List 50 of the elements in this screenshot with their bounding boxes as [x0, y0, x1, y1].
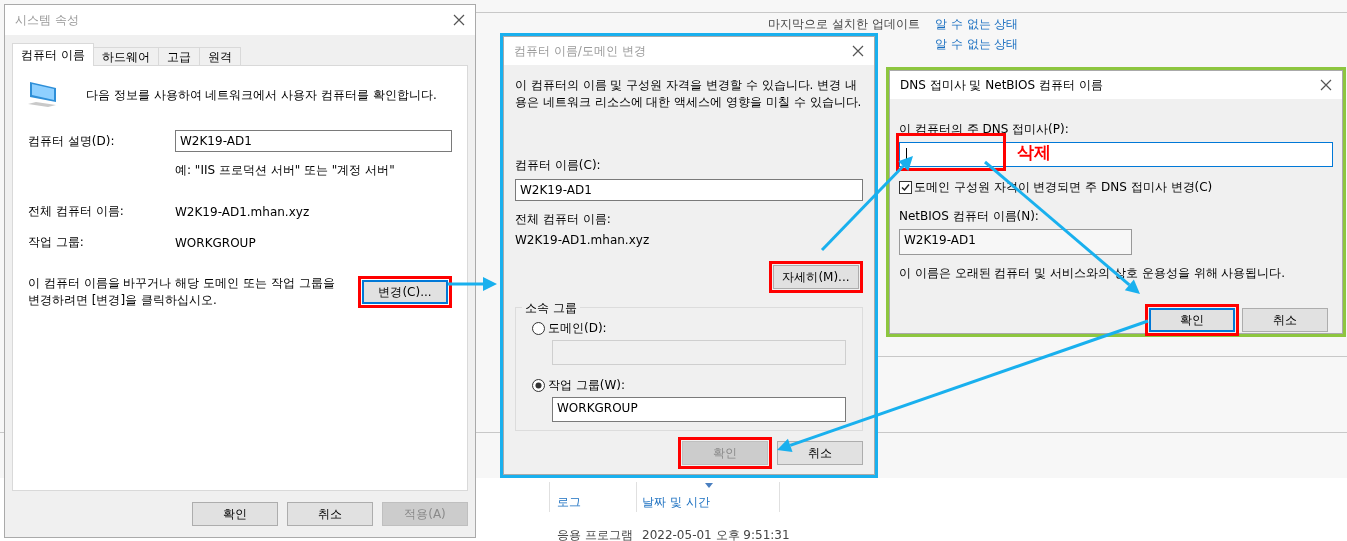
sort-icon [705, 483, 713, 488]
update-label: 마지막으로 설치한 업데이트 [768, 16, 920, 33]
field-label: 전체 컴퓨터 이름: [515, 211, 612, 228]
input-field[interactable]: W2K19-AD1 [515, 179, 863, 201]
window-title: DNS 접미사 및 NetBIOS 컴퓨터 이름 [900, 76, 1103, 94]
field-value: W2K19-AD1.mhan.xyz [175, 204, 311, 219]
option-label: 작업 그룹(W): [548, 377, 626, 394]
status-link[interactable]: 알 수 없는 상태 [935, 36, 1019, 53]
checkbox[interactable] [899, 181, 912, 194]
annotation-label: 삭제 [1017, 141, 1051, 164]
group-title: 소속 그룹 [522, 300, 580, 317]
status-link[interactable]: 알 수 없는 상태 [935, 16, 1019, 33]
button[interactable]: 확인 [192, 502, 278, 526]
option-label: 도메인(D): [548, 320, 607, 337]
arrow [448, 277, 497, 291]
column-header[interactable]: 날짜 및 시간 [642, 494, 710, 511]
field-label: NetBIOS 컴퓨터 이름(N): [899, 208, 1040, 225]
button[interactable]: 취소 [1242, 308, 1328, 332]
close-icon[interactable] [1320, 79, 1332, 91]
tab[interactable]: 컴퓨터 이름 [12, 43, 94, 66]
field-value: W2K19-AD1.mhan.xyz [515, 233, 651, 247]
button[interactable]: 취소 [777, 441, 863, 465]
input-field[interactable]: WORKGROUP [552, 397, 846, 422]
input-field[interactable]: W2K19-AD1 [175, 130, 452, 152]
button[interactable]: 자세히(M)... [773, 265, 859, 289]
radio-button[interactable] [532, 322, 545, 335]
input-field[interactable]: W2K19-AD1 [899, 229, 1132, 255]
instruction-text: 이 컴퓨터 이름을 바꾸거나 해당 도메인 또는 작업 그룹을 변경하려면 [변경]을 클릭하십시오. [28, 275, 336, 309]
button[interactable]: 변경(C)... [362, 280, 448, 304]
field-label: 작업 그룹: [28, 234, 85, 251]
hint-text: 예: "IIS 프로덕션 서버" 또는 "계정 서버" [175, 162, 396, 179]
field-value: WORKGROUP [175, 235, 257, 250]
radio-button[interactable] [532, 379, 545, 392]
radio-option[interactable]: 도메인(D): [532, 320, 846, 337]
radio-option[interactable]: 작업 그룹(W): [532, 377, 846, 394]
field-label: 전체 컴퓨터 이름: [28, 203, 125, 220]
button[interactable]: 확인 [1149, 308, 1235, 332]
intro-text: 다음 정보를 사용하여 네트워크에서 사용자 컴퓨터를 확인합니다. [86, 86, 437, 104]
button[interactable]: 취소 [287, 502, 373, 526]
field-label: 컴퓨터 설명(D): [28, 132, 116, 150]
table-cell: 응용 프로그램 [557, 527, 633, 541]
table-cell: 2022-05-01 오후 9:51:31 [642, 527, 790, 541]
close-icon[interactable] [852, 45, 864, 57]
field-label: 컴퓨터 이름(C): [515, 157, 602, 174]
intro-text: 이 컴퓨터의 이름 및 구성원 자격을 변경할 수 있습니다. 변경 내용은 네트워크 리소스에 대한 액세스에 영향을 미칠 수 있습니다. [515, 77, 863, 111]
input-field[interactable] [899, 142, 1333, 167]
window-title: 시스템 속성 [15, 11, 79, 29]
window-title: 컴퓨터 이름/도메인 변경 [514, 42, 646, 60]
column-header[interactable]: 로그 [557, 494, 581, 511]
close-icon[interactable] [453, 14, 465, 26]
